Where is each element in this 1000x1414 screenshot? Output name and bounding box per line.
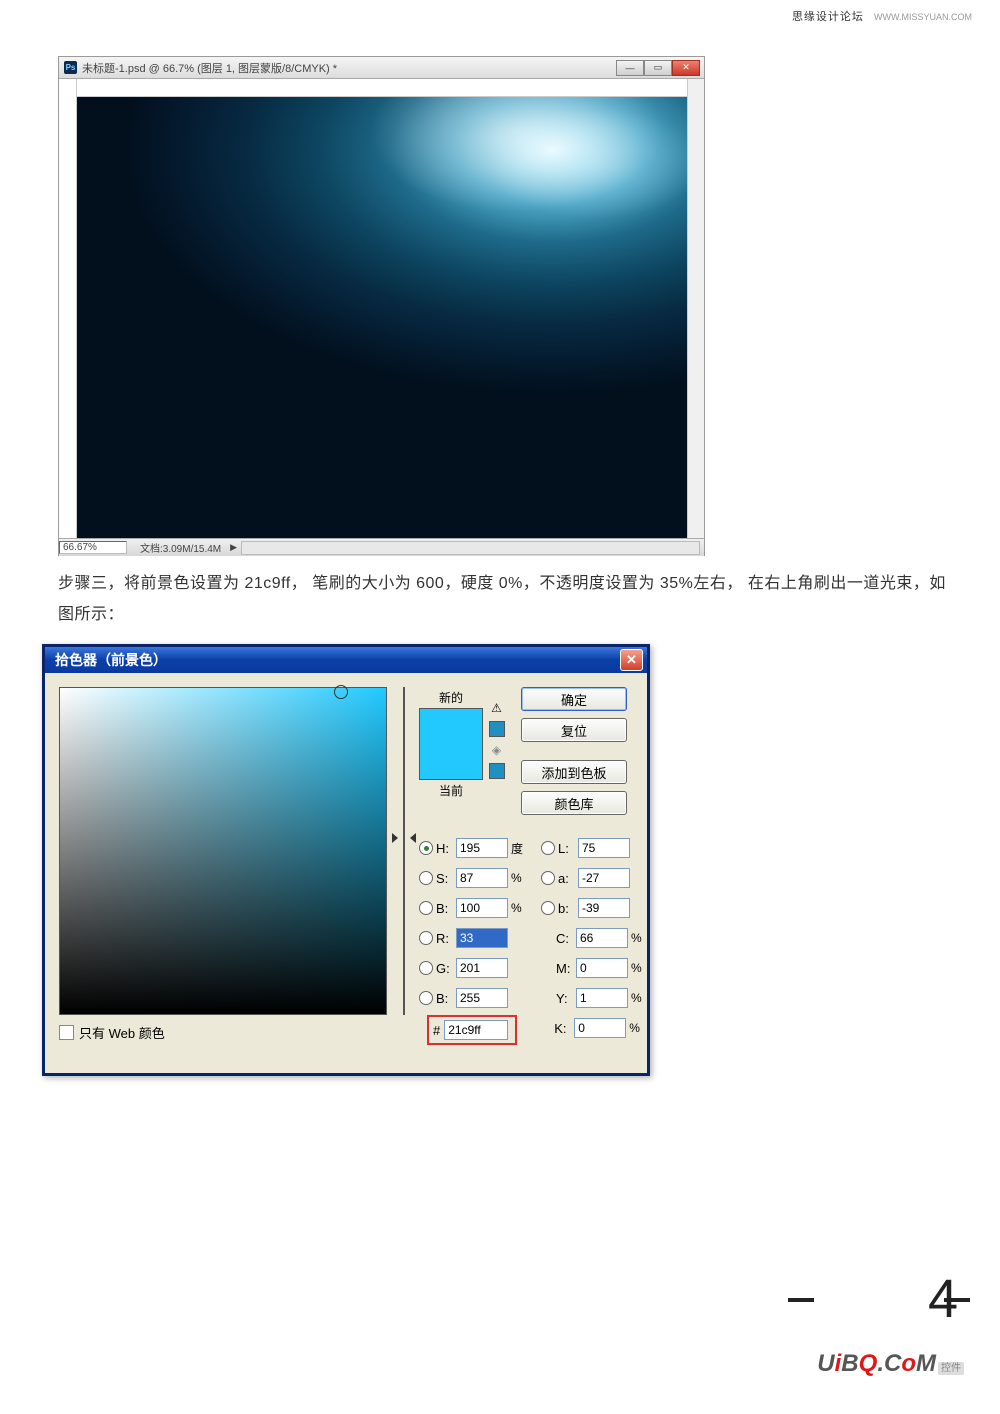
minimize-button[interactable]: — [616,60,644,76]
a-input[interactable]: -27 [578,868,630,888]
b-rgb-label: B: [436,991,456,1006]
y-input[interactable]: 1 [576,988,628,1008]
zoom-level[interactable]: 66.67% [59,541,127,554]
dialog-title: 拾色器（前景色） [55,650,167,670]
hex-highlight: # 21c9ff [427,1015,517,1045]
b-rgb-input[interactable]: 255 [456,988,508,1008]
header-watermark: 思缘设计论坛 WWW.MISSYUAN.COM [792,8,972,24]
step-instruction-text: 步骤三，将前景色设置为 21c9ff， 笔刷的大小为 600，硬度 0%，不透明… [58,568,958,630]
k-unit: % [629,1021,647,1035]
y-unit: % [631,991,649,1005]
l-radio[interactable] [541,841,555,855]
b-hsb-input[interactable]: 100 [456,898,508,918]
close-button[interactable]: ✕ [672,60,700,76]
m-input[interactable]: 0 [576,958,628,978]
color-picker-dialog: 拾色器（前景色） ✕ 只有 Web 颜色 新的 [42,644,650,1076]
photoshop-icon: Ps [64,61,77,74]
c-input[interactable]: 66 [576,928,628,948]
uibq-logo: UiBQ.CoM控件 [817,1350,964,1378]
websafe-warning-icon[interactable]: ◈ [489,743,504,757]
new-color-label: 新的 [439,689,463,706]
h-unit: 度 [511,840,529,857]
s-label: S: [436,871,456,886]
vertical-ruler [59,79,77,538]
current-color-label: 当前 [439,782,463,799]
h-label: H: [436,841,456,856]
s-unit: % [511,871,529,885]
current-color-swatch [420,744,482,779]
g-input[interactable]: 201 [456,958,508,978]
color-swatch [419,708,483,780]
web-colors-checkbox[interactable]: 只有 Web 颜色 [59,1023,387,1042]
ok-button[interactable]: 确定 [521,687,627,711]
b-hsb-unit: % [511,901,529,915]
gamut-swatch[interactable] [489,721,505,737]
a-label: a: [558,871,578,886]
r-input[interactable]: 33 [456,928,508,948]
hex-label: # [433,1023,440,1038]
b-lab-input[interactable]: -39 [578,898,630,918]
h-input[interactable]: 195 [456,838,508,858]
h-radio[interactable] [419,841,433,855]
canvas-underwater-image[interactable] [77,97,687,538]
new-color-swatch [420,709,482,744]
document-title: 未标题-1.psd @ 66.7% (图层 1, 图层蒙版/8/CMYK) * [82,60,337,76]
page-dash-left [788,1298,814,1302]
window-titlebar[interactable]: Ps 未标题-1.psd @ 66.7% (图层 1, 图层蒙版/8/CMYK)… [59,57,704,79]
dialog-titlebar[interactable]: 拾色器（前景色） ✕ [45,647,647,673]
r-label: R: [436,931,456,946]
b-lab-radio[interactable] [541,901,555,915]
s-input[interactable]: 87 [456,868,508,888]
document-info: 文档:3.09M/15.4M [135,540,226,555]
b-rgb-radio[interactable] [419,991,433,1005]
web-colors-label: 只有 Web 颜色 [79,1023,165,1042]
b-hsb-radio[interactable] [419,901,433,915]
color-library-button[interactable]: 颜色库 [521,791,627,815]
maximize-button[interactable]: ▭ [644,60,672,76]
color-field-cursor [334,685,348,699]
site-url: WWW.MISSYUAN.COM [874,12,972,22]
k-label: K: [554,1021,574,1036]
checkbox-icon [59,1025,74,1040]
g-radio[interactable] [419,961,433,975]
c-unit: % [631,931,649,945]
y-label: Y: [556,991,576,1006]
info-arrow-icon[interactable]: ▶ [230,542,237,553]
a-radio[interactable] [541,871,555,885]
m-unit: % [631,961,649,975]
site-name: 思缘设计论坛 [792,11,864,23]
r-radio[interactable] [419,931,433,945]
cancel-button[interactable]: 复位 [521,718,627,742]
page-dash-right [944,1298,970,1302]
add-swatch-button[interactable]: 添加到色板 [521,760,627,784]
horizontal-ruler [77,79,687,97]
photoshop-window: Ps 未标题-1.psd @ 66.7% (图层 1, 图层蒙版/8/CMYK)… [58,56,705,556]
c-label: C: [556,931,576,946]
hue-slider[interactable] [403,687,405,1015]
dialog-close-button[interactable]: ✕ [620,649,643,671]
b-lab-label: b: [558,901,578,916]
b-hsb-label: B: [436,901,456,916]
l-label: L: [558,841,578,856]
g-label: G: [436,961,456,976]
l-input[interactable]: 75 [578,838,630,858]
m-label: M: [556,961,576,976]
hex-input[interactable]: 21c9ff [444,1020,508,1040]
gamut-warning-icon[interactable]: ⚠ [489,701,504,715]
s-radio[interactable] [419,871,433,885]
horizontal-scrollbar[interactable] [241,541,700,555]
status-bar: 66.67% 文档:3.09M/15.4M ▶ [59,538,704,556]
k-input[interactable]: 0 [574,1018,626,1038]
color-field[interactable] [59,687,387,1015]
vertical-scrollbar[interactable] [687,79,704,538]
websafe-swatch[interactable] [489,763,505,779]
